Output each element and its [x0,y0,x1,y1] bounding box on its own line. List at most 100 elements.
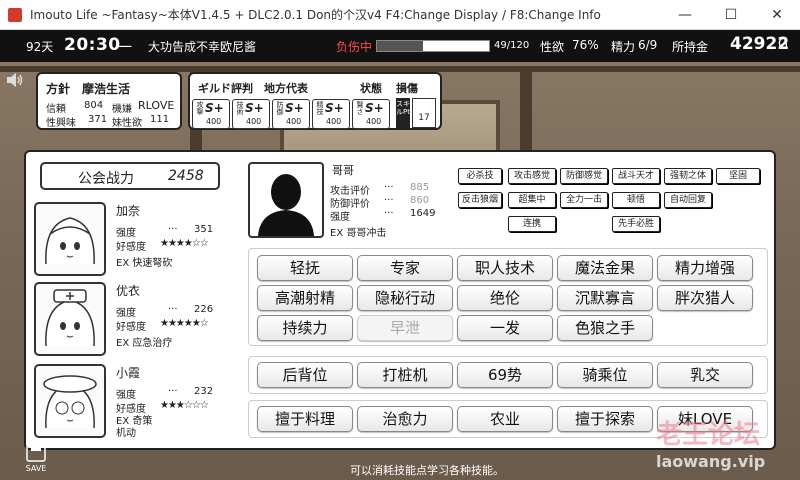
skill-button[interactable]: 精力增强 [657,255,753,281]
mood-label: 機嫌 [112,104,132,115]
window-titlebar: Imouto Life ~Fantasy~本体V1.4.5 + DLC2.0.1… [0,0,800,30]
skill-button[interactable]: 一发 [457,315,553,341]
trait-tag[interactable]: 自动回复 [664,192,712,208]
close-button[interactable]: ✕ [754,0,800,30]
speaker-icon[interactable] [6,72,24,88]
save-icon [26,444,46,462]
trait-tag[interactable]: 战斗天才 [612,168,660,184]
rank-points: 400 [326,117,342,126]
save-button[interactable]: SAVE [20,444,52,474]
member-ex-skill: EX 奇策 机动 [116,416,153,439]
guild-reputation-label: ギルド評判 [198,82,253,95]
interest-value: 371 [88,114,108,125]
rank-wisdom: 賢さ S+ 400 [352,99,390,129]
skill-button[interactable]: 打桩机 [357,362,453,388]
trait-tag[interactable]: 先手必胜 [612,216,660,232]
rank-points: 400 [206,117,222,126]
region-label: 地方代表 [264,82,308,95]
event-title: 大功告成不幸欧尼酱 [148,40,257,54]
member-favor-stars: ★★★★★☆ [160,318,209,329]
member-name: 小霞 [116,366,141,380]
skill-points-label: スキルPt [396,98,410,128]
trait-tag[interactable]: 顿悟 [612,192,660,208]
skill-button[interactable]: 乳交 [657,362,753,388]
money-label: 所持金 [672,40,709,54]
injury-status: 负伤中 [336,40,373,54]
skill-button[interactable]: 专家 [357,255,453,281]
skill-button[interactable]: 轻抚 [257,255,353,281]
rank-points: 400 [246,117,262,126]
trust-value: 804 [84,100,104,111]
mood-value: RLOVE [138,99,175,112]
skill-button[interactable]: 农业 [457,406,553,432]
hero-attack-dots: ··· [384,182,394,193]
lust-label: 性欲 [540,40,565,54]
skill-button[interactable]: 魔法金果 [557,255,653,281]
skill-button[interactable]: 职人技术 [457,255,553,281]
party-member-yui[interactable]: 优衣 强度 ··· 226 好感度 ★★★★★☆ EX 应急治疗 [34,282,234,358]
rank-technique: 技術 S+ 400 [232,99,270,129]
skill-button[interactable]: 色狼之手 [557,315,653,341]
rank-defense: 防御 S+ 400 [272,99,310,129]
skill-button[interactable]: 擅于料理 [257,406,353,432]
party-member-kana[interactable]: 加奈 强度 ··· 351 好感度 ★★★★☆☆ EX 快速弩砍 [34,202,234,278]
policy-panel: 方針 摩浩生活 信頼 804 機嫌 RLOVE 性興味 371 妹性欲 111 [36,72,182,130]
member-favor-label: 好感度 [116,242,146,253]
rank-grade: S+ [205,101,224,115]
maximize-button[interactable]: ☐ [708,0,754,30]
party-member-kasumi[interactable]: 小霞 强度 ··· 232 好感度 ★★★☆☆☆ EX 奇策 机动 [34,364,234,440]
rank-category: 攻撃 [196,101,204,115]
rank-category: 防御 [276,101,284,115]
skill-button[interactable]: 骑乘位 [557,362,653,388]
member-favor-label: 好感度 [116,322,146,333]
lust-value: 76% [572,38,599,52]
member-favor-stars: ★★★☆☆☆ [160,400,209,411]
member-ex-skill: EX 应急治疗 [116,338,173,349]
minimize-button[interactable]: — [662,0,708,30]
trait-tag[interactable]: 攻击感觉 [508,168,556,184]
guild-panel: ギルド評判 地方代表 状態 損傷 攻撃 S+ 400 技術 S+ 400 防御 … [188,72,442,130]
skill-button[interactable]: 后背位 [257,362,353,388]
trait-tag[interactable]: 强韧之体 [664,168,712,184]
skill-button[interactable]: 69势 [457,362,553,388]
party-skills-panel: 公会战力 2458 加奈 强度 ··· 351 好感度 ★★★★☆☆ EX 快速… [24,150,776,450]
member-strength-dots: ··· [168,304,178,315]
skill-button[interactable]: 持续力 [257,315,353,341]
skill-group-general: 轻抚 专家 职人技术 魔法金果 精力增强 高潮射精 隐秘行动 绝伦 沉默寡言 胖… [248,248,768,346]
skill-button[interactable]: 高潮射精 [257,285,353,311]
member-portrait [34,364,106,438]
app-icon [8,7,22,22]
trait-tag[interactable]: 防御感觉 [560,168,608,184]
hero-defense-dots: ··· [384,195,394,206]
hero-strength-value: 1649 [410,208,436,219]
trait-tag[interactable]: 全力一击 [560,192,608,208]
trait-tag[interactable]: 反击狼烟 [458,192,502,208]
rank-grade: S+ [365,101,384,115]
energy-label: 精力 [611,40,636,54]
skill-button[interactable]: 隐秘行动 [357,285,453,311]
skill-button[interactable]: 沉默寡言 [557,285,653,311]
trait-tag[interactable]: 坚固 [716,168,760,184]
rank-category: 技術 [236,101,244,115]
skill-points-value: 17 [412,98,436,128]
rank-points: 400 [366,117,382,126]
skill-button[interactable]: 治愈力 [357,406,453,432]
skill-button[interactable]: 绝伦 [457,285,553,311]
window-controls: — ☐ ✕ [662,0,800,30]
energy-value: 6/9 [638,38,658,52]
rank-category: 精技 [316,101,324,115]
skill-button[interactable]: 胖次猎人 [657,285,753,311]
rank-points: 400 [286,117,302,126]
skill-button[interactable]: 擅于探索 [557,406,653,432]
day-counter: 92天 [26,40,54,54]
member-portrait [34,282,106,356]
trait-tag[interactable]: 连携 [508,216,556,232]
trait-tag[interactable]: 超集中 [508,192,556,208]
status-dash: 一 [118,40,132,56]
skill-button-disabled[interactable]: 早泄 [357,315,453,341]
trait-tag[interactable]: 必杀技 [458,168,502,184]
rank-grade: S+ [245,101,264,115]
hero-defense-value: 860 [410,195,430,206]
hp-bar-fill [377,41,423,51]
rank-category: 賢さ [356,101,364,115]
